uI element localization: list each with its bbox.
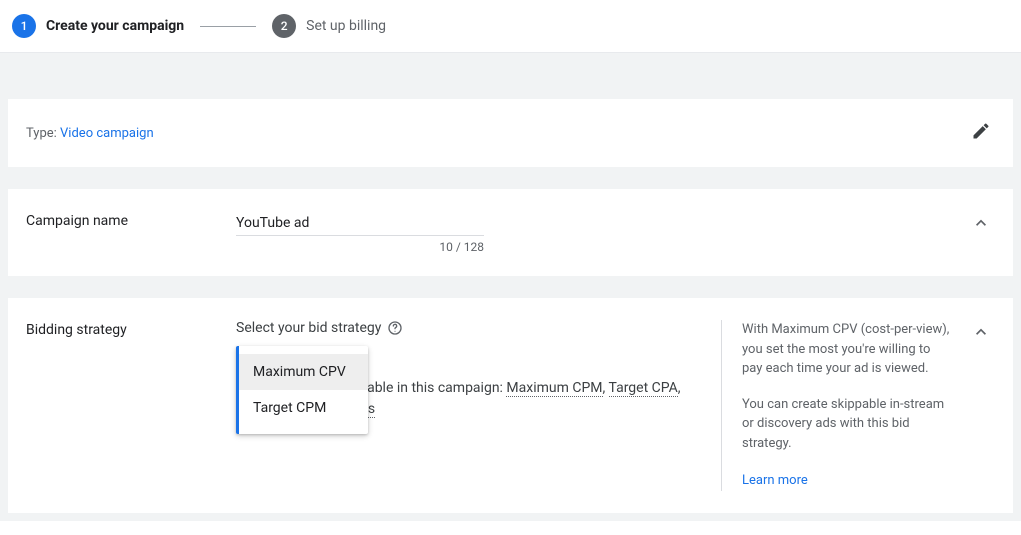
bid-select-label: Select your bid strategy (236, 320, 381, 336)
bidding-label: Bidding strategy (26, 320, 236, 338)
bidding-body: Select your bid strategy Maximum CPV Tar… (236, 320, 701, 420)
bidding-strategy-card: Bidding strategy Select your bid strateg… (8, 298, 1013, 513)
stepper: 1 Create your campaign 2 Set up billing (0, 0, 1021, 52)
chevron-up-icon[interactable] (971, 322, 991, 346)
bidding-help-panel: With Maximum CPV (cost-per-view), you se… (721, 320, 951, 491)
step-label-1: Create your campaign (46, 18, 184, 34)
help-paragraph-1: With Maximum CPV (cost-per-view), you se… (742, 320, 951, 379)
step-label-2: Set up billing (306, 18, 386, 34)
pencil-icon[interactable] (971, 121, 991, 145)
step-1[interactable]: 1 Create your campaign (12, 14, 184, 38)
dropdown-option-maximum-cpv[interactable]: Maximum CPV (239, 354, 368, 390)
campaign-name-body: 10 / 128 (236, 211, 951, 254)
step-connector (200, 26, 256, 27)
campaign-type-text: Type: Video campaign (26, 126, 154, 141)
help-icon[interactable] (387, 320, 403, 336)
help-paragraph-2: You can create skippable in-stream or di… (742, 395, 951, 454)
step-badge-1: 1 (12, 14, 36, 38)
learn-more-link[interactable]: Learn more (742, 471, 808, 491)
bid-dropdown: Maximum CPV Target CPM (236, 346, 368, 434)
bid-select-label-row: Select your bid strategy (236, 320, 701, 336)
chevron-up-icon[interactable] (971, 213, 991, 237)
type-label: Type: (26, 126, 60, 141)
campaign-name-label: Campaign name (26, 211, 236, 229)
campaign-type-card: Type: Video campaign (8, 99, 1013, 167)
unavailable-maximum-cpm[interactable]: Maximum CPM (506, 380, 602, 397)
unavailable-target-cpa[interactable]: Target CPA (609, 380, 678, 397)
char-counter: 10 / 128 (236, 240, 484, 254)
type-value: Video campaign (60, 126, 154, 141)
dropdown-option-target-cpm[interactable]: Target CPM (239, 390, 368, 426)
step-2[interactable]: 2 Set up billing (272, 14, 386, 38)
content-area: Type: Video campaign Campaign name 10 / … (0, 52, 1021, 521)
step-badge-2: 2 (272, 14, 296, 38)
campaign-name-input[interactable] (236, 211, 484, 236)
campaign-name-card: Campaign name 10 / 128 (8, 189, 1013, 276)
